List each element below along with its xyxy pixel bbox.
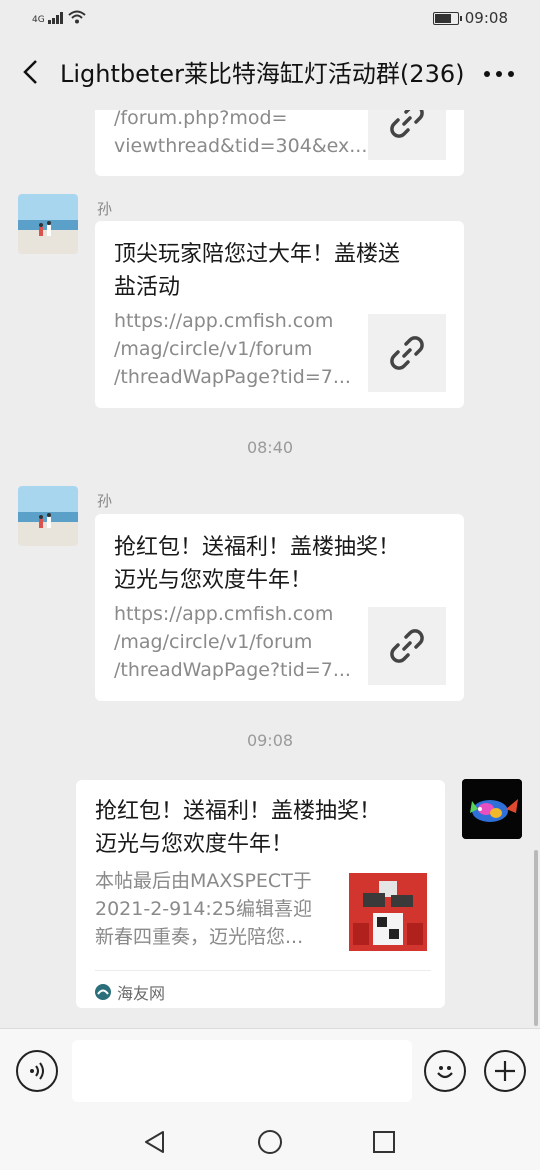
article-message-card[interactable]: 抢红包！送福利！盖楼抽奖！ 迈光与您欢度牛年！ 本帖最后由MAXSPECT于 2… bbox=[76, 780, 445, 1008]
link-url: /forum.php?mod= viewthread&tid=304&ex... bbox=[114, 110, 368, 157]
my-avatar[interactable] bbox=[462, 779, 522, 839]
link-url: https://app.cmfish.com /mag/circle/v1/fo… bbox=[114, 603, 351, 681]
voice-button[interactable] bbox=[16, 1050, 58, 1092]
chat-header: Lightbeter莱比特海缸灯活动群(236) bbox=[0, 38, 540, 110]
voice-icon bbox=[30, 1062, 44, 1080]
link-title: 抢红包！送福利！盖楼抽奖！ 迈光与您欢度牛年！ bbox=[114, 535, 401, 593]
more-icon[interactable] bbox=[484, 71, 514, 77]
article-summary: 本帖最后由MAXSPECT于 2021-2-914:25编辑喜迎 新春四重奏，迈… bbox=[95, 870, 312, 948]
link-icon bbox=[390, 336, 424, 370]
source-logo-icon bbox=[95, 984, 111, 1000]
system-nav-bar bbox=[0, 1114, 540, 1170]
link-message-card[interactable]: 顶尖玩家陪您过大年！盖楼送 盐活动 https://app.cmfish.com… bbox=[95, 221, 464, 408]
link-thumbnail bbox=[368, 110, 446, 160]
link-thumbnail bbox=[368, 314, 446, 392]
battery-icon bbox=[432, 11, 462, 25]
status-right: 09:08 bbox=[432, 9, 508, 27]
link-title: 顶尖玩家陪您过大年！盖楼送 盐活动 bbox=[114, 242, 401, 300]
timestamp: 08:40 bbox=[246, 438, 294, 457]
input-bar bbox=[0, 1028, 540, 1115]
battery-fill bbox=[434, 13, 451, 23]
back-arrow-icon[interactable] bbox=[18, 58, 46, 86]
timestamp: 09:08 bbox=[246, 731, 294, 750]
link-message-card[interactable]: 抢红包！送福利！盖楼抽奖！ 迈光与您欢度牛年！ https://app.cmfi… bbox=[95, 514, 464, 701]
sender-name: 孙 bbox=[97, 200, 113, 218]
network-type: 4G bbox=[32, 15, 45, 25]
wifi-icon bbox=[68, 10, 87, 24]
sender-name: 孙 bbox=[97, 492, 113, 510]
chat-area[interactable]: /forum.php?mod= viewthread&tid=304&ex...… bbox=[0, 110, 540, 1028]
emoji-icon bbox=[437, 1066, 453, 1079]
message-input[interactable] bbox=[72, 1040, 412, 1102]
nav-home-icon[interactable] bbox=[256, 1128, 284, 1156]
nav-recents-icon[interactable] bbox=[372, 1130, 396, 1154]
avatar[interactable] bbox=[18, 486, 78, 546]
article-source: 海友网 bbox=[95, 980, 165, 1004]
more-functions-button[interactable] bbox=[484, 1050, 526, 1092]
signal-icon bbox=[47, 12, 63, 24]
article-thumbnail bbox=[349, 873, 427, 951]
link-url: https://app.cmfish.com /mag/circle/v1/fo… bbox=[114, 310, 351, 388]
network-indicator: 4G bbox=[32, 10, 87, 25]
nav-back-icon[interactable] bbox=[142, 1129, 168, 1155]
emoji-button[interactable] bbox=[424, 1050, 466, 1092]
scrollbar[interactable] bbox=[534, 850, 538, 1026]
source-name: 海友网 bbox=[117, 984, 166, 1003]
chat-title: Lightbeter莱比特海缸灯活动群(236) bbox=[60, 60, 465, 88]
status-bar: 4G 09:08 bbox=[0, 0, 540, 38]
article-title: 抢红包！送福利！盖楼抽奖！ 迈光与您欢度牛年！ bbox=[95, 799, 382, 857]
link-icon bbox=[390, 110, 424, 138]
plus-icon bbox=[495, 1061, 515, 1081]
link-thumbnail bbox=[368, 607, 446, 685]
link-message-card[interactable]: /forum.php?mod= viewthread&tid=304&ex... bbox=[95, 110, 464, 176]
clock: 09:08 bbox=[464, 9, 508, 27]
link-icon bbox=[390, 629, 424, 663]
divider bbox=[95, 970, 431, 971]
avatar[interactable] bbox=[18, 194, 78, 254]
